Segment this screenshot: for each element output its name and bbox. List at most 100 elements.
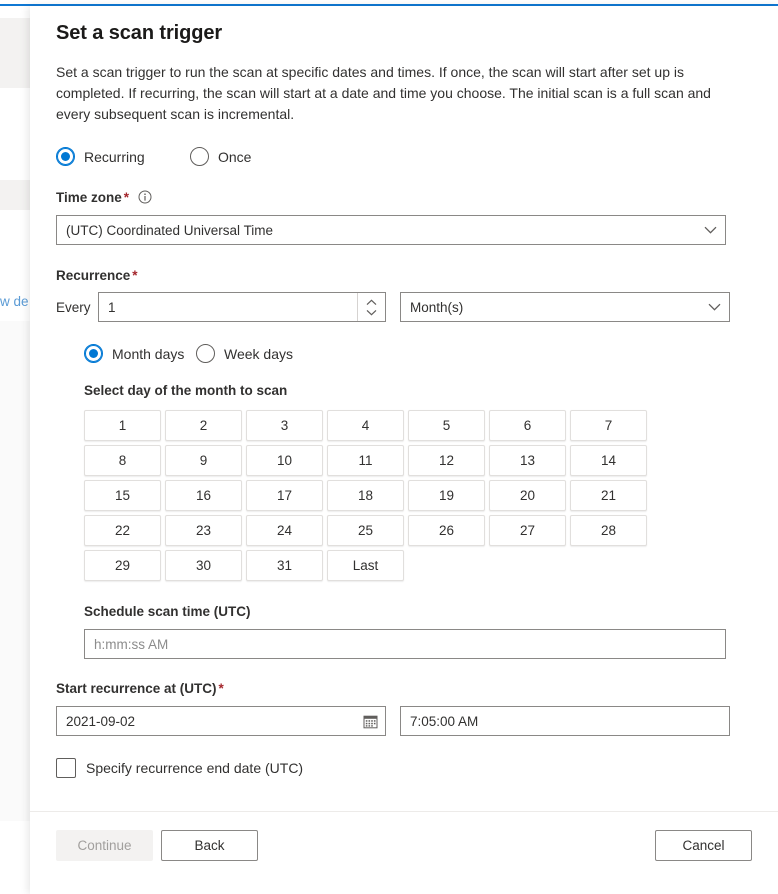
day-cell-18[interactable]: 18 xyxy=(327,480,404,511)
background-block xyxy=(0,180,32,210)
day-mode-radio-group: Month days Week days xyxy=(84,344,752,363)
spinner-updown-icon[interactable] xyxy=(357,293,385,321)
start-date-input[interactable]: 2021-09-02 xyxy=(56,706,386,736)
time-zone-label: Time zone * xyxy=(56,189,752,207)
day-cell-7[interactable]: 7 xyxy=(570,410,647,441)
radio-mark-once xyxy=(190,147,209,166)
day-cell-14[interactable]: 14 xyxy=(570,445,647,476)
page-title: Set a scan trigger xyxy=(56,22,223,44)
day-cell-13[interactable]: 13 xyxy=(489,445,566,476)
recurrence-interval-row: Every 1 Month(s) xyxy=(56,292,752,322)
radio-option-recurring[interactable]: Recurring xyxy=(56,147,190,166)
recurrence-interval-value: 1 xyxy=(108,299,116,315)
cancel-button[interactable]: Cancel xyxy=(655,830,752,861)
day-cell-8[interactable]: 8 xyxy=(84,445,161,476)
day-cell-28[interactable]: 28 xyxy=(570,515,647,546)
background-block xyxy=(0,321,32,821)
required-marker: * xyxy=(218,681,224,696)
schedule-scan-time-field: Schedule scan time (UTC) h:mm:ss AM xyxy=(84,603,752,659)
day-cell-31[interactable]: 31 xyxy=(246,550,323,581)
spinner-down-icon[interactable] xyxy=(366,309,377,316)
day-cell-5[interactable]: 5 xyxy=(408,410,485,441)
background-view-details-link[interactable]: w de xyxy=(0,294,29,310)
day-cell-22[interactable]: 22 xyxy=(84,515,161,546)
radio-label-week-days: Week days xyxy=(224,345,293,362)
back-button[interactable]: Back xyxy=(161,830,258,861)
time-zone-value: (UTC) Coordinated Universal Time xyxy=(66,222,274,238)
checkbox-mark xyxy=(56,758,76,778)
day-cell-1[interactable]: 1 xyxy=(84,410,161,441)
day-cell-4[interactable]: 4 xyxy=(327,410,404,441)
spinner-up-icon[interactable] xyxy=(366,298,377,306)
radio-label-recurring: Recurring xyxy=(84,148,145,165)
recurrence-unit-value: Month(s) xyxy=(410,299,464,315)
radio-option-once[interactable]: Once xyxy=(190,147,251,166)
recurrence-section: Recurrence * Every 1 Month(s) Month days… xyxy=(56,267,752,659)
calendar-icon[interactable] xyxy=(355,707,385,735)
day-cell-21[interactable]: 21 xyxy=(570,480,647,511)
time-zone-label-text: Time zone xyxy=(56,190,122,205)
time-zone-field: Time zone * (UTC) Coordinated Universal T… xyxy=(56,189,752,245)
schedule-scan-time-input[interactable]: h:mm:ss AM xyxy=(84,629,726,659)
day-cell-11[interactable]: 11 xyxy=(327,445,404,476)
schedule-scan-time-value: h:mm:ss AM xyxy=(94,636,169,652)
day-cell-24[interactable]: 24 xyxy=(246,515,323,546)
day-cell-16[interactable]: 16 xyxy=(165,480,242,511)
day-cell-last[interactable]: Last xyxy=(327,550,404,581)
chevron-down-icon[interactable] xyxy=(695,216,725,244)
panel-footer: Continue Back Cancel xyxy=(30,811,778,894)
recurrence-unit-select[interactable]: Month(s) xyxy=(400,292,730,322)
day-cell-29[interactable]: 29 xyxy=(84,550,161,581)
recurrence-label-text: Recurrence xyxy=(56,268,131,283)
chevron-down-icon[interactable] xyxy=(699,293,729,321)
day-cell-12[interactable]: 12 xyxy=(408,445,485,476)
background-block xyxy=(0,18,32,88)
day-cell-23[interactable]: 23 xyxy=(165,515,242,546)
day-cell-6[interactable]: 6 xyxy=(489,410,566,441)
footer-primary-actions: Continue Back xyxy=(56,830,258,861)
trigger-mode-radio-group: Recurring Once xyxy=(56,147,752,166)
required-marker: * xyxy=(132,268,138,283)
panel-body: Set a scan trigger Set a scan trigger to… xyxy=(30,6,778,811)
radio-mark-week-days xyxy=(196,344,215,363)
specify-end-date-checkbox[interactable]: Specify recurrence end date (UTC) xyxy=(56,758,752,778)
info-icon[interactable] xyxy=(138,190,152,204)
day-cell-27[interactable]: 27 xyxy=(489,515,566,546)
start-time-value: 7:05:00 AM xyxy=(410,713,479,729)
radio-mark-month-days xyxy=(84,344,103,363)
radio-mark-recurring xyxy=(56,147,75,166)
required-marker: * xyxy=(123,190,130,205)
day-cell-30[interactable]: 30 xyxy=(165,550,242,581)
every-label: Every xyxy=(56,299,91,315)
day-cell-3[interactable]: 3 xyxy=(246,410,323,441)
radio-label-month-days: Month days xyxy=(112,345,185,362)
day-picker-label: Select day of the month to scan xyxy=(84,383,288,398)
time-zone-select[interactable]: (UTC) Coordinated Universal Time xyxy=(56,215,726,245)
day-cell-20[interactable]: 20 xyxy=(489,480,566,511)
continue-button[interactable]: Continue xyxy=(56,830,153,861)
start-time-input[interactable]: 7:05:00 AM xyxy=(400,706,730,736)
recurrence-interval-stepper[interactable]: 1 xyxy=(98,292,386,322)
recurrence-label: Recurrence * xyxy=(56,267,752,285)
start-recurrence-label: Start recurrence at (UTC) * xyxy=(56,680,752,698)
day-cell-15[interactable]: 15 xyxy=(84,480,161,511)
start-recurrence-label-text: Start recurrence at (UTC) xyxy=(56,681,217,696)
day-cell-2[interactable]: 2 xyxy=(165,410,242,441)
page-description: Set a scan trigger to run the scan at sp… xyxy=(56,64,711,122)
day-picker: Select day of the month to scan 12345678… xyxy=(84,382,752,581)
footer-secondary-actions: Cancel xyxy=(655,830,752,861)
start-date-value: 2021-09-02 xyxy=(66,713,136,729)
schedule-scan-time-label: Schedule scan time (UTC) xyxy=(84,604,251,619)
radio-option-week-days[interactable]: Week days xyxy=(196,344,293,363)
day-cell-19[interactable]: 19 xyxy=(408,480,485,511)
day-cell-10[interactable]: 10 xyxy=(246,445,323,476)
radio-label-once: Once xyxy=(218,148,252,165)
day-cell-25[interactable]: 25 xyxy=(327,515,404,546)
scan-trigger-panel: Set a scan trigger Set a scan trigger to… xyxy=(30,6,778,894)
day-cell-9[interactable]: 9 xyxy=(165,445,242,476)
day-cell-26[interactable]: 26 xyxy=(408,515,485,546)
day-cell-17[interactable]: 17 xyxy=(246,480,323,511)
start-recurrence-section: Start recurrence at (UTC) * 2021-09-02 7… xyxy=(56,680,752,736)
radio-option-month-days[interactable]: Month days xyxy=(84,344,196,363)
day-picker-grid: 1 2 3 4 5 6 7 8 9 10 11 12 13 14 15 16 17 18 19 20 21 22 23 24 2… xyxy=(84,410,752,581)
